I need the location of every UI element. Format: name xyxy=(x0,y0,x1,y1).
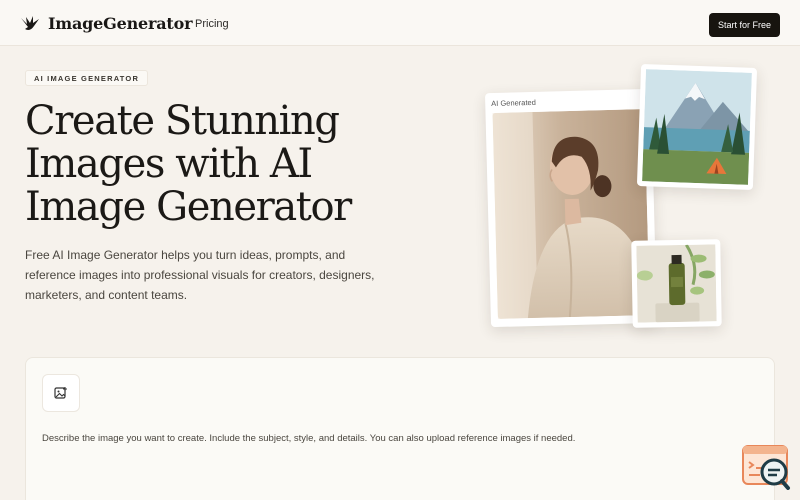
image-upload-icon xyxy=(54,387,67,399)
generated-landscape-card xyxy=(636,64,758,190)
hero-title-line-2: Images with AI xyxy=(25,141,313,187)
prompt-panel xyxy=(25,357,775,500)
prompt-input[interactable] xyxy=(42,428,742,448)
hero-subtitle: Free AI Image Generator helps you turn i… xyxy=(25,248,375,302)
generated-product-card xyxy=(631,239,722,328)
upload-reference-button[interactable] xyxy=(42,374,80,412)
page: ImageGenerator Pricing Start for Free AI… xyxy=(0,0,800,500)
chat-helper-icon xyxy=(742,445,790,490)
ai-generated-caption: AI Generated xyxy=(491,97,536,109)
portrait-image xyxy=(492,109,650,319)
bird-logo-icon xyxy=(21,15,39,30)
product-image xyxy=(636,244,717,323)
landscape-image xyxy=(642,69,752,185)
hero-title-line-3: Image Generator xyxy=(25,184,352,230)
chat-helper-widget[interactable] xyxy=(740,444,792,490)
top-navbar: ImageGenerator Pricing Start for Free xyxy=(0,0,800,46)
brand-name: ImageGenerator xyxy=(48,14,193,33)
start-for-free-button[interactable]: Start for Free xyxy=(709,13,780,37)
hero-title: Create Stunning Images with AI Image Gen… xyxy=(25,100,445,229)
nav-link-pricing[interactable]: Pricing xyxy=(195,18,229,30)
brand-logo[interactable]: ImageGenerator xyxy=(20,14,192,33)
hero-title-line-1: Create Stunning xyxy=(25,98,340,144)
section-badge: AI IMAGE GENERATOR xyxy=(25,70,149,86)
